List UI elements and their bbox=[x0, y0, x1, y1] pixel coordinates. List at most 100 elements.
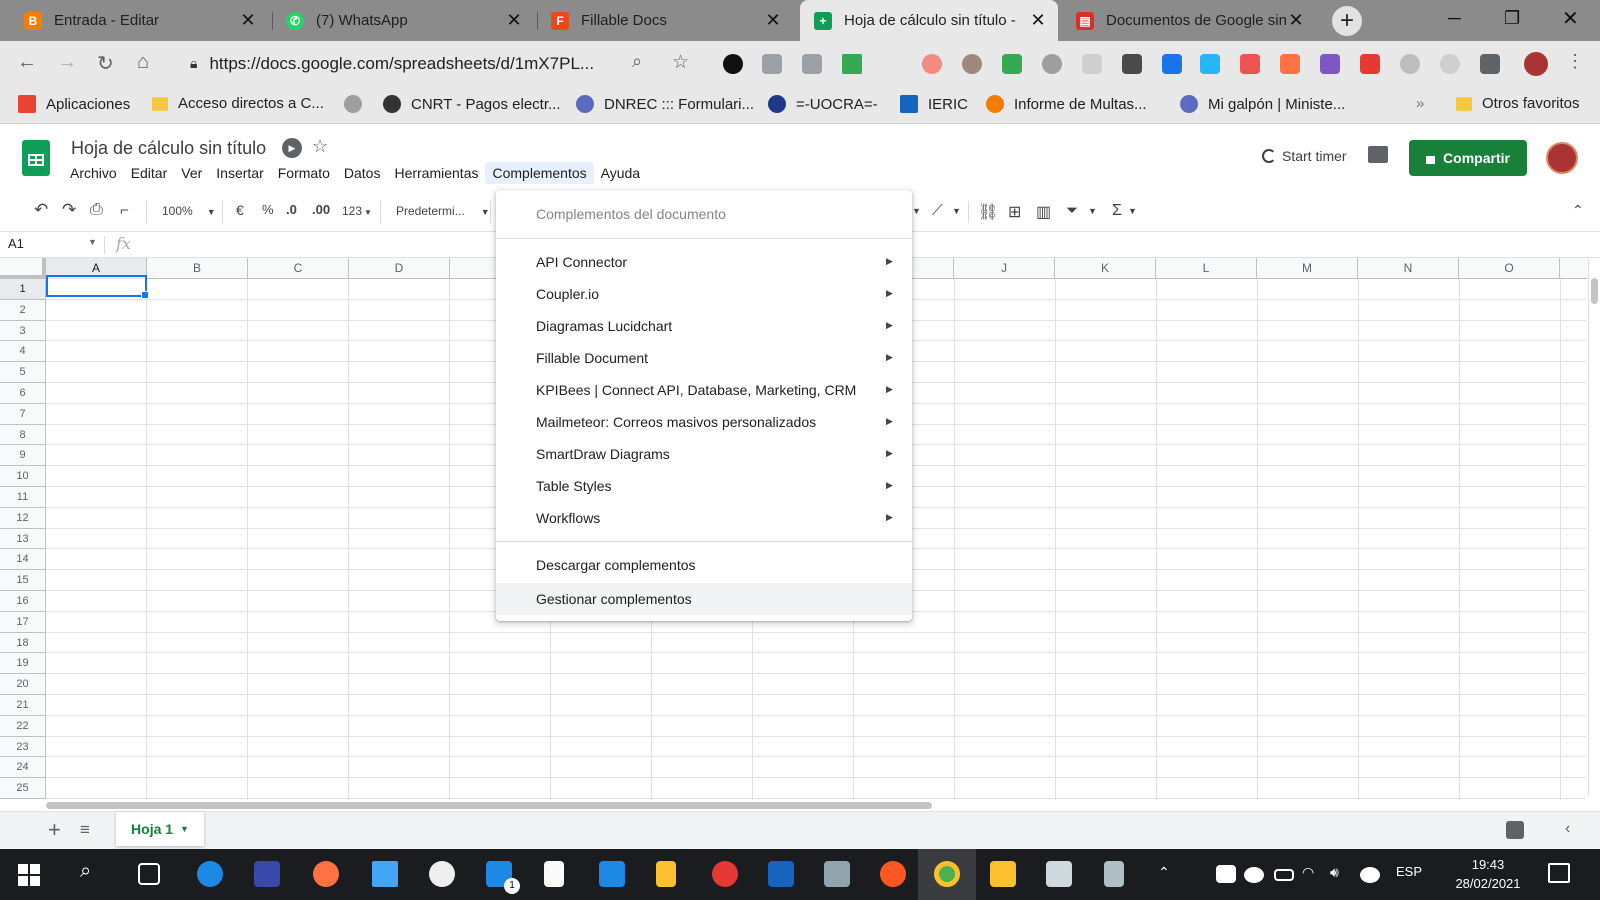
row-header[interactable]: 8 bbox=[0, 425, 46, 445]
browser-tab-sheets-active[interactable]: + Hoja de cálculo sin título - ✕ bbox=[800, 0, 1058, 41]
menu-item-gestionar-complementos[interactable]: Gestionar complementos bbox=[496, 583, 912, 615]
currency-format-button[interactable]: € bbox=[236, 202, 244, 218]
extension-icon[interactable] bbox=[1240, 54, 1260, 74]
browser-tab-blogger[interactable]: B Entrada - Editar ✕ bbox=[0, 0, 268, 41]
omnibox[interactable]: 🔒︎ https://docs.google.com/spreadsheets/… bbox=[180, 47, 710, 80]
star-icon[interactable]: ☆ bbox=[312, 136, 328, 157]
extension-icon[interactable] bbox=[1042, 54, 1062, 74]
dropbox-tray-icon[interactable] bbox=[1216, 865, 1236, 883]
extension-icon[interactable] bbox=[723, 54, 743, 74]
row-header[interactable]: 1 bbox=[0, 279, 46, 300]
profile-avatar[interactable] bbox=[1524, 52, 1548, 76]
input-language[interactable]: ESP bbox=[1396, 864, 1422, 879]
microsoft-store-icon[interactable] bbox=[254, 861, 280, 887]
close-tab-icon[interactable]: ✕ bbox=[1028, 10, 1048, 31]
column-header-c[interactable]: C bbox=[248, 258, 349, 279]
menu-item-mailmeteor[interactable]: Mailmeteor: Correos masivos personalizad… bbox=[496, 406, 912, 438]
extension-icon[interactable] bbox=[1280, 54, 1300, 74]
menu-item-table-styles[interactable]: Table Styles ▶ bbox=[496, 470, 912, 502]
column-header-k[interactable]: K bbox=[1055, 258, 1156, 279]
decrease-decimals-button[interactable]: .0 bbox=[286, 202, 297, 217]
column-header-m[interactable]: M bbox=[1257, 258, 1358, 279]
menu-item-smartdraw[interactable]: SmartDraw Diagrams ▶ bbox=[496, 438, 912, 470]
browser-tab-whatsapp[interactable]: ✆ (7) WhatsApp ✕ bbox=[272, 0, 534, 41]
menu-ver[interactable]: Ver bbox=[174, 162, 209, 184]
microphone-icon[interactable] bbox=[1400, 54, 1420, 74]
browser-tab-docs[interactable]: ▤ Documentos de Google sin ✕ bbox=[1062, 0, 1316, 41]
more-formats-button[interactable]: 123 ▼ bbox=[342, 204, 372, 218]
bookmark-otros-favoritos[interactable]: Otros favoritos bbox=[1456, 95, 1580, 112]
menu-item-coupler[interactable]: Coupler.io ▶ bbox=[496, 278, 912, 310]
close-tab-icon[interactable]: ✕ bbox=[1286, 10, 1306, 31]
sheets-logo-icon[interactable] bbox=[22, 140, 50, 176]
menu-editar[interactable]: Editar bbox=[124, 162, 175, 184]
redo-icon[interactable]: ↷ bbox=[62, 200, 76, 220]
row-header[interactable]: 3 bbox=[0, 321, 46, 341]
collapse-menus-icon[interactable]: ⌃ bbox=[1572, 202, 1584, 219]
chrome-menu-icon[interactable]: ⋮ bbox=[1566, 51, 1584, 72]
row-header[interactable]: 20 bbox=[0, 674, 46, 695]
sheet-tab-hoja-1[interactable]: Hoja 1 ▼ bbox=[116, 812, 204, 846]
windows-start-icon[interactable] bbox=[18, 864, 40, 886]
active-cell-a1[interactable] bbox=[46, 275, 149, 299]
firefox-icon[interactable] bbox=[313, 861, 339, 887]
filter-icon[interactable]: ⏷ bbox=[1066, 202, 1078, 219]
extension-icon[interactable] bbox=[1440, 54, 1460, 74]
menu-item-lucidchart[interactable]: Diagramas Lucidchart ▶ bbox=[496, 310, 912, 342]
menu-item-descargar-complementos[interactable]: Descargar complementos bbox=[496, 549, 912, 581]
task-view-icon[interactable] bbox=[138, 863, 160, 885]
row-header[interactable]: 24 bbox=[0, 757, 46, 778]
extension-icon[interactable] bbox=[922, 54, 942, 74]
row-header[interactable]: 2 bbox=[0, 300, 46, 321]
undo-icon[interactable]: ↶ bbox=[34, 200, 48, 220]
row-header[interactable]: 13 bbox=[0, 529, 46, 549]
move-to-folder-icon[interactable]: ▶ bbox=[282, 138, 302, 158]
bookmark-star-icon[interactable]: ☆ bbox=[672, 51, 689, 74]
row-header[interactable]: 4 bbox=[0, 341, 46, 362]
zoom-select[interactable]: 100% ▼ bbox=[162, 204, 216, 218]
calculator-icon[interactable] bbox=[824, 861, 850, 887]
bookmark-apps[interactable]: Aplicaciones bbox=[18, 95, 130, 113]
column-header-l[interactable]: L bbox=[1156, 258, 1257, 279]
insert-link-icon[interactable]: ⛓ bbox=[978, 202, 998, 222]
row-header[interactable]: 12 bbox=[0, 508, 46, 529]
account-avatar[interactable] bbox=[1546, 142, 1578, 174]
forward-icon[interactable]: → bbox=[57, 51, 77, 74]
close-tab-icon[interactable]: ✕ bbox=[238, 10, 258, 31]
taskbar-clock[interactable]: 19:43 28/02/2021 bbox=[1448, 855, 1528, 893]
insert-comment-icon[interactable]: ⊞ bbox=[1008, 202, 1021, 222]
menu-item-workflows[interactable]: Workflows ▶ bbox=[496, 502, 912, 534]
row-header[interactable]: 19 bbox=[0, 653, 46, 674]
menu-datos[interactable]: Datos bbox=[337, 162, 388, 184]
all-sheets-icon[interactable]: ≡ bbox=[80, 820, 90, 840]
scroll-thumb[interactable] bbox=[1591, 278, 1598, 304]
vertical-scrollbar[interactable] bbox=[1588, 258, 1600, 795]
close-tab-icon[interactable]: ✕ bbox=[504, 10, 524, 31]
menu-archivo[interactable]: Archivo bbox=[63, 162, 124, 184]
row-header[interactable]: 16 bbox=[0, 591, 46, 612]
app-icon[interactable] bbox=[880, 861, 906, 887]
column-header-b[interactable]: B bbox=[147, 258, 248, 279]
name-box[interactable]: A1 bbox=[8, 236, 24, 251]
reload-icon[interactable]: ↻ bbox=[97, 51, 114, 76]
menu-formato[interactable]: Formato bbox=[271, 162, 337, 184]
restore-icon[interactable]: ❐ bbox=[1504, 8, 1520, 29]
close-tab-icon[interactable]: ✕ bbox=[763, 10, 783, 31]
bookmark-mi-galpon[interactable]: Mi galpón | Ministe... bbox=[1180, 95, 1345, 113]
row-header[interactable]: 14 bbox=[0, 549, 46, 570]
app-icon[interactable] bbox=[1046, 861, 1072, 887]
menu-item-kpibees[interactable]: KPIBees | Connect API, Database, Marketi… bbox=[496, 374, 912, 406]
extension-icon[interactable] bbox=[1002, 54, 1022, 74]
app-icon[interactable] bbox=[768, 861, 794, 887]
print-icon[interactable]: ⎙ bbox=[90, 201, 103, 219]
app-icon[interactable] bbox=[372, 861, 398, 887]
bookmark-ieric[interactable]: IERIC bbox=[900, 95, 968, 113]
google-drive-icon[interactable] bbox=[842, 54, 862, 74]
row-header[interactable]: 5 bbox=[0, 362, 46, 383]
column-header-j[interactable]: J bbox=[954, 258, 1055, 279]
extension-icon[interactable] bbox=[1320, 54, 1340, 74]
chrome-icon[interactable] bbox=[934, 861, 960, 887]
keep-icon[interactable] bbox=[656, 861, 676, 887]
asana-icon[interactable] bbox=[712, 861, 738, 887]
column-header-d[interactable]: D bbox=[349, 258, 450, 279]
